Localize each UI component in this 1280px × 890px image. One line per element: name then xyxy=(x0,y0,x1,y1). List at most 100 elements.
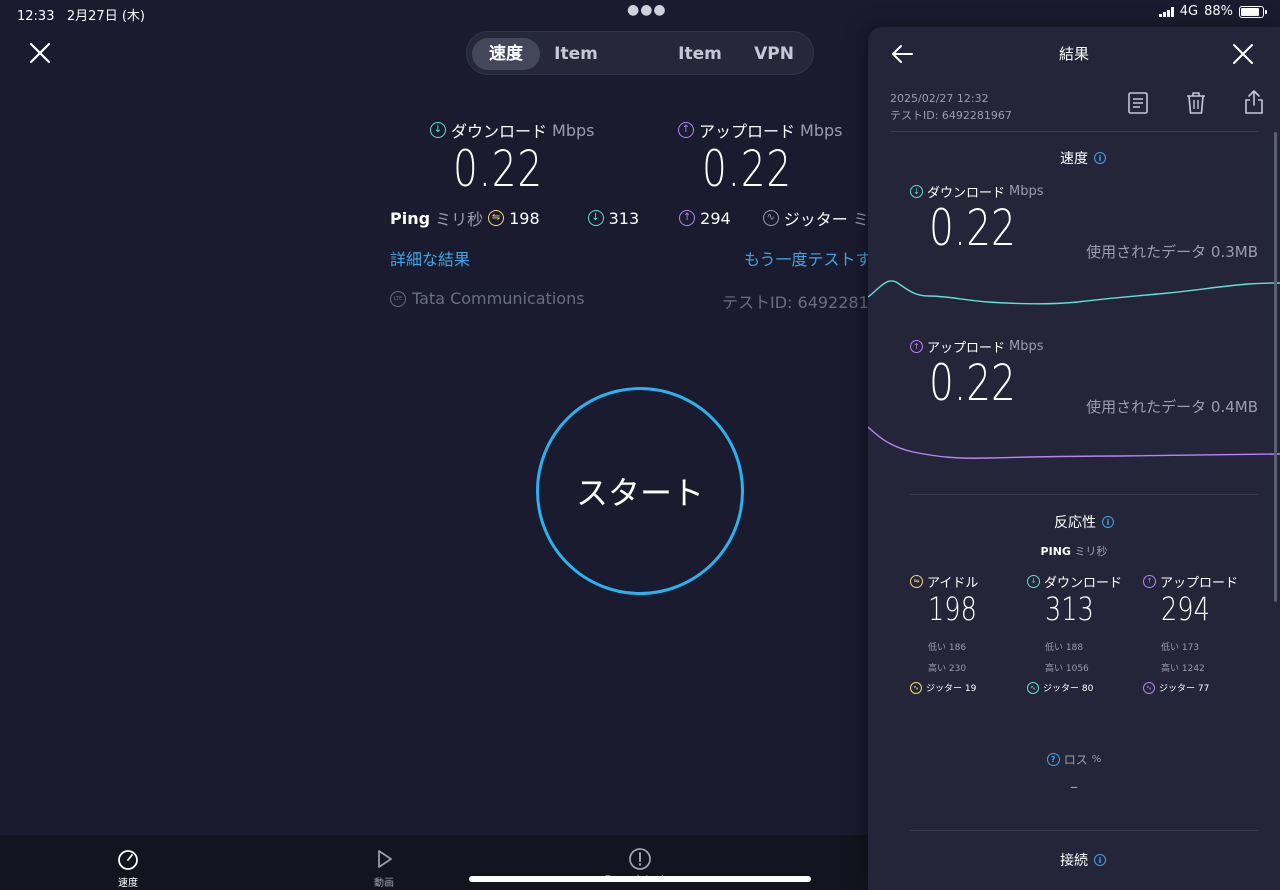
ping-col-label: アップロード xyxy=(1160,576,1239,591)
upload-unit: Mbps xyxy=(800,120,843,140)
info-icon[interactable]: i xyxy=(1102,516,1114,528)
jitter-icon: ∿ xyxy=(762,210,779,226)
nav-video-label: 動画 xyxy=(374,878,394,889)
test-again-link[interactable]: もう一度テストす xyxy=(744,246,872,270)
ping-col-high: 高い 1242 xyxy=(1161,664,1205,674)
alert-icon xyxy=(629,848,651,870)
notes-icon[interactable] xyxy=(1127,91,1149,119)
ping-col-high: 高い 1056 xyxy=(1045,664,1089,674)
detailed-results-link[interactable]: 詳細な結果 xyxy=(390,246,470,270)
idle-icon: ⇋ xyxy=(910,575,923,588)
tab-item-2[interactable]: Item xyxy=(667,38,733,70)
ping-caption: PING ミリ秒 xyxy=(868,543,1280,559)
tab-vpn[interactable]: VPN xyxy=(741,38,807,70)
download-arrow-icon: ↓ xyxy=(1027,575,1040,588)
nav-video[interactable]: 動画 xyxy=(344,847,424,889)
multitasking-dots-icon[interactable]: ●●● xyxy=(627,2,667,18)
ping-col-value: 294 xyxy=(1161,590,1210,628)
ping-col-jitter: ∿ ジッター 19 xyxy=(910,681,976,694)
jitter-icon: ∿ xyxy=(1027,681,1039,694)
info-icon[interactable]: i xyxy=(1094,152,1106,164)
connection-section-label: 接続 xyxy=(1060,853,1088,869)
home-indicator[interactable] xyxy=(469,876,811,882)
upload-graph xyxy=(868,426,1280,459)
panel-ping-unit: ミリ秒 xyxy=(1074,545,1108,558)
ping-col-jitter: ∿ ジッター 77 xyxy=(1143,681,1209,694)
help-icon[interactable]: ? xyxy=(1046,753,1060,766)
ping-col-jitter-text: ジッター 19 xyxy=(926,684,977,694)
responsiveness-label: 反応性 xyxy=(1054,515,1096,531)
jitter-icon: ∿ xyxy=(910,681,922,694)
ping-col-head: ↑ アップロード xyxy=(1143,572,1263,591)
tab-item-1[interactable]: Item xyxy=(543,38,609,70)
ping-col-label: アイドル xyxy=(927,576,979,591)
ping-down: 313 xyxy=(608,208,640,228)
jitter-label: ジッター xyxy=(783,210,848,229)
loss-value: – xyxy=(1070,777,1078,796)
provider: LTE Tata Communications xyxy=(390,289,585,308)
upload-header: ↑ アップロード Mbps xyxy=(678,118,842,142)
upload-value: 0.22 xyxy=(702,140,792,198)
ping-col-low: 低い 173 xyxy=(1161,643,1200,653)
ping-up-icon: ↑ xyxy=(679,210,696,226)
download-data-used: 使用されたデータ 0.3MB xyxy=(1086,243,1258,261)
info-icon[interactable]: i xyxy=(1094,854,1106,866)
ping-up: 294 xyxy=(700,208,731,228)
start-button[interactable]: スタート xyxy=(536,387,744,595)
ping-col-high: 高い 230 xyxy=(928,664,967,674)
ping-col-jitter-text: ジッター 77 xyxy=(1159,684,1210,694)
ping-idle: 198 xyxy=(509,208,540,228)
upload-arrow-icon: ↑ xyxy=(678,122,694,138)
panel-upload-unit: Mbps xyxy=(1009,339,1044,354)
test-id: テストID: 64922819 xyxy=(722,293,879,312)
trash-icon[interactable] xyxy=(1185,91,1207,119)
battery-icon xyxy=(1239,5,1267,18)
upload-arrow-icon: ↑ xyxy=(910,340,923,353)
panel-upload-value: 0.22 xyxy=(929,354,1016,412)
ping-col-label: ダウンロード xyxy=(1044,576,1123,591)
panel-title: 結果 xyxy=(1058,45,1089,63)
ping-col-upload: ↑ アップロード 294 低い 173 高い 1242 ∿ ジッター 77 xyxy=(1143,572,1263,702)
result-test-id: テストID: 6492281967 xyxy=(890,109,1012,122)
speedometer-icon xyxy=(118,850,138,870)
speed-section-title: 速度 i xyxy=(1060,148,1106,168)
ping-col-low: 低い 188 xyxy=(1045,643,1084,653)
ping-label: Ping xyxy=(390,208,431,228)
play-icon xyxy=(378,850,392,868)
nav-speed[interactable]: 速度 xyxy=(88,847,168,889)
ping-row: Ping ミリ秒 ⇋ 198 ↓ 313 ↑ 294 ∿ ジッター ミリ秒 xyxy=(390,206,901,230)
idle-icon: ⇋ xyxy=(488,210,505,226)
loss-unit: % xyxy=(1091,754,1102,765)
lte-badge-icon: LTE xyxy=(390,290,406,307)
upload-label: アップロード xyxy=(699,122,796,141)
upload-data-used: 使用されたデータ 0.4MB xyxy=(1086,398,1258,416)
signal-icon xyxy=(1158,6,1174,17)
ping-col-head: ⇋ アイドル xyxy=(910,572,1020,591)
download-header: ↓ ダウンロード Mbps xyxy=(430,118,594,142)
mode-tabs: 速度 Item Item VPN xyxy=(466,31,814,75)
panel-close-icon[interactable] xyxy=(1230,41,1256,71)
network-type: 4G xyxy=(1179,4,1199,19)
ping-col-value: 313 xyxy=(1045,590,1094,628)
responsiveness-title: 反応性 i xyxy=(1054,512,1114,532)
panel-ping-label: PING xyxy=(1040,545,1071,558)
share-icon[interactable] xyxy=(1243,89,1265,119)
jitter-icon: ∿ xyxy=(1143,681,1155,694)
ping-down-icon: ↓ xyxy=(587,210,604,226)
battery-percent: 88% xyxy=(1204,4,1233,19)
loss-label: ロス xyxy=(1063,753,1088,767)
speed-section-label: 速度 xyxy=(1060,151,1088,167)
status-time: 12:33 2月27日 (木) xyxy=(17,9,145,24)
ping-unit: ミリ秒 xyxy=(435,210,484,229)
connection-section-title: 接続 i xyxy=(1060,850,1106,870)
status-indicators: 4G 88% xyxy=(1158,4,1267,19)
download-arrow-icon: ↓ xyxy=(910,185,923,198)
download-label: ダウンロード xyxy=(451,122,548,141)
ping-col-download: ↓ ダウンロード 313 低い 188 高い 1056 ∿ ジッター 80 xyxy=(1027,572,1142,702)
tab-speed[interactable]: 速度 xyxy=(472,38,540,70)
panel-download-value: 0.22 xyxy=(929,199,1016,257)
close-icon[interactable] xyxy=(26,39,54,67)
result-datetime: 2025/02/27 12:32 xyxy=(890,92,989,105)
panel-scrollbar[interactable] xyxy=(1274,132,1277,602)
download-graph xyxy=(868,280,1280,305)
